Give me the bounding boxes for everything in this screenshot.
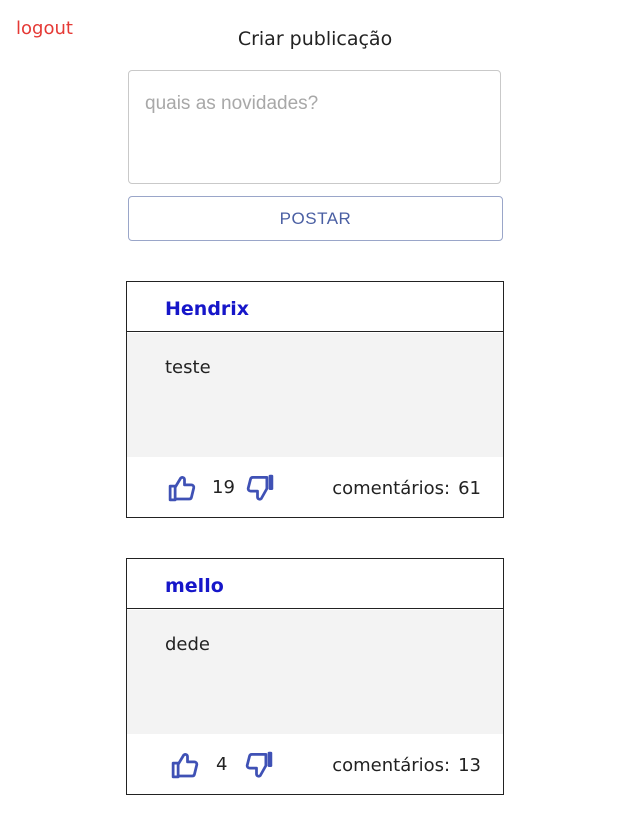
post-footer: 4 comentários: 13	[127, 734, 503, 794]
comments-label: comentários:	[332, 755, 451, 776]
post-composer-input[interactable]	[128, 70, 501, 184]
thumbs-up-icon[interactable]	[167, 473, 197, 503]
like-count: 4	[216, 754, 228, 775]
comments-count: 61	[458, 478, 481, 499]
page-title: Criar publicação	[237, 28, 393, 50]
post-card: mello dede 4 comentários: 13	[126, 558, 504, 795]
comments-label: comentários:	[332, 478, 451, 499]
thumbs-down-icon[interactable]	[245, 473, 275, 503]
post-content: teste	[127, 333, 503, 457]
thumbs-down-icon[interactable]	[244, 750, 274, 780]
post-author[interactable]: Hendrix	[127, 282, 503, 332]
post-content: dede	[127, 610, 503, 734]
like-count: 19	[212, 477, 235, 498]
post-author[interactable]: mello	[127, 559, 503, 609]
thumbs-up-icon[interactable]	[170, 750, 200, 780]
post-button[interactable]: POSTAR	[128, 196, 503, 241]
comments-link[interactable]: comentários: 13	[332, 755, 481, 776]
post-footer: 19 comentários: 61	[127, 457, 503, 517]
post-card: Hendrix teste 19 comentários: 61	[126, 281, 504, 518]
comments-link[interactable]: comentários: 61	[332, 478, 481, 499]
comments-count: 13	[458, 755, 481, 776]
